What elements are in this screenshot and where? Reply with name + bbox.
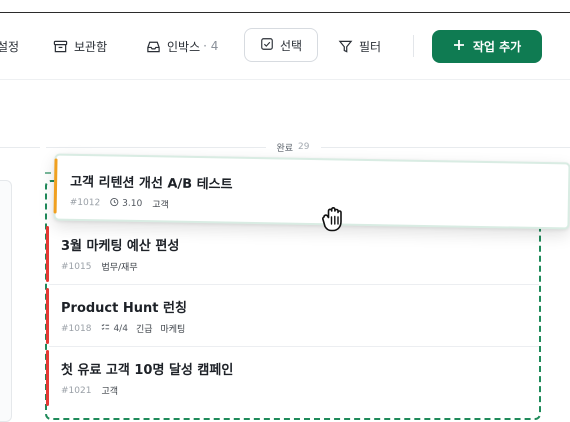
settings-label: 설정 xyxy=(0,39,20,54)
task-meta: #1012 3.10 고객 xyxy=(69,196,169,211)
task-id: #1021 xyxy=(61,385,92,396)
toolbar: 설정 보관함 인박스 · 4 선택 필터 작업 추가 xyxy=(0,13,570,79)
dragged-task-card[interactable]: 고객 리텐션 개선 A/B 테스트 #1012 3.10 고객 xyxy=(53,153,570,230)
column-title: 완료 xyxy=(276,143,294,154)
left-column-card-edge xyxy=(0,180,12,422)
toolbar-divider xyxy=(413,35,414,57)
priority-bar xyxy=(46,288,49,344)
plus-icon xyxy=(453,39,465,54)
task-meta: #1015 법무/재무 xyxy=(61,260,146,274)
task-title: 3월 마케팅 예산 편성 xyxy=(61,239,180,254)
clock-icon xyxy=(110,197,122,209)
task-card[interactable]: Product Hunt 런칭 #1018 4/4 긴급 마케팅 xyxy=(46,286,539,347)
task-id: #1015 xyxy=(61,261,92,272)
task-tag: 고객 xyxy=(101,387,119,397)
subtask-count-text: 4/4 xyxy=(113,323,128,334)
left-column-divider xyxy=(0,147,40,148)
filter-button[interactable]: 필터 xyxy=(338,13,381,79)
add-task-label: 작업 추가 xyxy=(472,40,522,54)
inbox-button[interactable]: 인박스 · 4 xyxy=(146,13,218,79)
priority-bar xyxy=(53,158,58,214)
add-task-button[interactable]: 작업 추가 xyxy=(432,30,542,63)
inbox-icon xyxy=(146,39,161,54)
subtask-count: 4/4 xyxy=(101,323,128,335)
priority-bar xyxy=(46,350,49,406)
archive-icon xyxy=(53,39,68,54)
column-divider-left xyxy=(46,147,266,148)
due-date-text: 3.10 xyxy=(122,198,143,209)
due-date: 3.10 xyxy=(110,197,142,210)
column-divider-right xyxy=(321,147,570,148)
task-title: 첫 유료 고객 10명 달성 캠페인 xyxy=(61,363,234,378)
task-id: #1018 xyxy=(61,323,92,334)
filter-label: 필터 xyxy=(359,39,382,54)
task-tag: 긴급 xyxy=(135,325,153,335)
task-tag: 고객 xyxy=(152,200,169,211)
task-title: 고객 리텐션 개선 A/B 테스트 xyxy=(69,174,233,193)
archive-button[interactable]: 보관함 xyxy=(53,13,107,79)
priority-bar xyxy=(46,226,49,282)
task-meta: #1018 4/4 긴급 마케팅 xyxy=(61,322,193,336)
checkbox-icon xyxy=(260,37,274,54)
inbox-count: · 4 xyxy=(203,39,219,53)
task-meta: #1021 고객 xyxy=(61,384,126,398)
task-tag: 법무/재무 xyxy=(101,263,138,273)
subtask-icon xyxy=(101,323,113,335)
task-tag: 마케팅 xyxy=(160,325,186,335)
task-card[interactable]: 3월 마케팅 예산 편성 #1015 법무/재무 xyxy=(46,224,539,285)
task-title: Product Hunt 런칭 xyxy=(61,301,187,316)
select-button[interactable]: 선택 xyxy=(244,28,318,62)
settings-button[interactable]: 설정 xyxy=(0,13,19,79)
inbox-label: 인박스 xyxy=(167,39,201,54)
task-card[interactable]: 첫 유료 고객 10명 달성 캠페인 #1021 고객 xyxy=(46,348,539,408)
grab-hand-icon xyxy=(318,200,352,236)
task-id: #1012 xyxy=(69,197,101,208)
toolbar-border xyxy=(0,79,570,80)
column-header-done: 완료 29 xyxy=(262,140,324,154)
select-label: 선택 xyxy=(279,38,303,53)
column-count: 29 xyxy=(298,142,310,152)
filter-icon xyxy=(338,39,353,54)
archive-label: 보관함 xyxy=(74,39,108,54)
